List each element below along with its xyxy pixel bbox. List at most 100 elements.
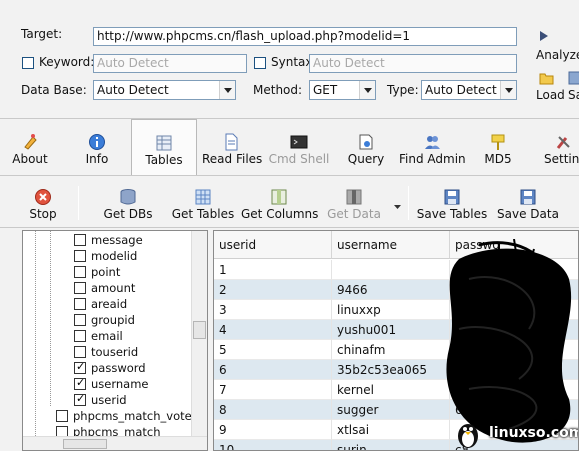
type-select[interactable]: Auto Detect <box>421 80 517 100</box>
cell-username: chinafm <box>332 340 450 360</box>
syntax-checkbox[interactable] <box>254 57 266 69</box>
tree-item-label: password <box>91 361 146 375</box>
tab-settings[interactable]: Settin <box>540 119 579 175</box>
table-checkbox[interactable] <box>56 410 68 422</box>
save-label: Sa <box>568 88 579 102</box>
toolbar-divider <box>408 186 409 220</box>
column-checkbox[interactable] <box>74 392 86 406</box>
tables-icon <box>195 189 211 205</box>
tab-find-admin[interactable]: Find Admin <box>399 119 466 175</box>
tree-item-label: modelid <box>91 249 138 263</box>
tab-about-label: About <box>12 152 48 166</box>
save-tables-label: Save Tables <box>416 207 488 221</box>
database-label: Data Base: <box>21 83 87 97</box>
key-icon <box>491 134 505 150</box>
get-data-dropdown[interactable] <box>394 200 402 209</box>
column-checkbox[interactable] <box>74 250 86 262</box>
cell-userid: 9 <box>214 420 332 440</box>
tab-info[interactable]: Info <box>80 119 114 175</box>
tab-about[interactable]: About <box>8 119 52 175</box>
column-checkbox[interactable] <box>74 376 86 390</box>
get-data-button[interactable]: Get Data <box>325 178 383 226</box>
cell-userid: 5 <box>214 340 332 360</box>
info-icon <box>89 134 105 150</box>
column-checkbox[interactable] <box>74 346 86 358</box>
cell-username: xtlsai <box>332 420 450 440</box>
get-columns-label: Get Columns <box>241 207 319 221</box>
floppy-icon <box>444 189 460 205</box>
tab-md5[interactable]: MD5 <box>481 119 515 175</box>
column-checkbox[interactable] <box>74 282 86 294</box>
chevron-down-icon <box>500 81 516 99</box>
cell-userid: 4 <box>214 320 332 340</box>
cell-username: surin <box>332 440 450 450</box>
column-header-userid[interactable]: userid <box>214 231 332 259</box>
stop-button[interactable]: Stop <box>26 178 60 226</box>
scroll-thumb[interactable] <box>193 321 206 339</box>
watermark-text: linuxso.com <box>489 425 579 441</box>
settings-icon <box>556 136 570 149</box>
column-checkbox[interactable] <box>74 330 86 342</box>
keyword-label: Keyword: <box>39 55 95 69</box>
column-tree[interactable]: message modelid point amount areaid grou… <box>22 230 208 451</box>
type-select-value: Auto Detect <box>425 83 497 97</box>
tab-tables[interactable]: Tables <box>131 119 197 175</box>
folder-open-icon <box>539 73 554 85</box>
tree-item-label: amount <box>91 281 136 295</box>
analyze-button[interactable]: Analyze <box>525 20 579 62</box>
table-icon <box>156 135 172 151</box>
pencil-icon <box>24 134 37 150</box>
tree-item-label: phpcms_match_vote <box>73 409 192 423</box>
get-data-label: Get Data <box>327 207 381 221</box>
cell-username: yushu001 <box>332 320 450 340</box>
save-button[interactable]: Sa <box>566 68 579 104</box>
target-label: Target: <box>21 27 63 41</box>
database-icon <box>120 189 136 205</box>
toolbar-divider <box>78 186 79 220</box>
column-checkbox[interactable] <box>74 266 86 278</box>
save-data-button[interactable]: Save Data <box>497 178 559 226</box>
floppy-icon <box>520 189 536 205</box>
tab-read-files[interactable]: Read Files <box>202 119 262 175</box>
tab-tables-label: Tables <box>145 153 183 167</box>
data-grid[interactable]: userid username passwo 1 2 9466 3 linuxxp 4 yu… <box>213 230 579 451</box>
tree-vertical-scrollbar[interactable] <box>191 231 207 436</box>
tab-cmd-shell[interactable]: Cmd Shell <box>268 119 330 175</box>
stop-label: Stop <box>29 207 57 221</box>
keyword-input[interactable]: Auto Detect <box>93 54 247 73</box>
type-label: Type: <box>387 83 419 97</box>
column-header-username[interactable]: username <box>332 231 450 259</box>
column-checkbox[interactable] <box>74 234 86 246</box>
tab-md5-label: MD5 <box>484 152 512 166</box>
column-checkbox[interactable] <box>74 360 86 374</box>
tree-item-label: userid <box>91 393 127 407</box>
column-checkbox[interactable] <box>74 314 86 326</box>
database-select[interactable]: Auto Detect <box>93 80 236 100</box>
get-dbs-button[interactable]: Get DBs <box>100 178 156 226</box>
watermark-logo: linuxso.com <box>453 419 579 449</box>
get-columns-button[interactable]: Get Columns <box>241 178 319 226</box>
tab-query[interactable]: Query <box>344 119 388 175</box>
cell-userid: 3 <box>214 300 332 320</box>
tab-find-admin-label: Find Admin <box>399 152 466 166</box>
keyword-checkbox[interactable] <box>22 57 34 69</box>
syntax-input[interactable]: Auto Detect <box>309 54 517 73</box>
target-input[interactable]: http://www.phpcms.cn/flash_upload.php?mo… <box>93 27 517 46</box>
tree-item-label: message <box>91 233 143 247</box>
column-checkbox[interactable] <box>74 298 86 310</box>
method-select-value: GET <box>313 83 338 97</box>
tree-horizontal-scrollbar[interactable] <box>23 436 207 450</box>
cell-username: 35b2c53ea065 <box>332 360 450 380</box>
save-tables-button[interactable]: Save Tables <box>416 178 488 226</box>
scroll-thumb[interactable] <box>63 439 107 449</box>
tree-item-label: groupid <box>91 313 135 327</box>
penguin-icon <box>458 424 478 448</box>
get-tables-button[interactable]: Get Tables <box>169 178 237 226</box>
load-label: Load <box>536 88 565 102</box>
chevron-down-icon <box>394 205 401 209</box>
query-icon <box>359 134 373 150</box>
cell-userid: 2 <box>214 280 332 300</box>
method-select[interactable]: GET <box>309 80 376 100</box>
load-button[interactable]: Load <box>533 68 565 104</box>
cell-username: 9466 <box>332 280 450 300</box>
